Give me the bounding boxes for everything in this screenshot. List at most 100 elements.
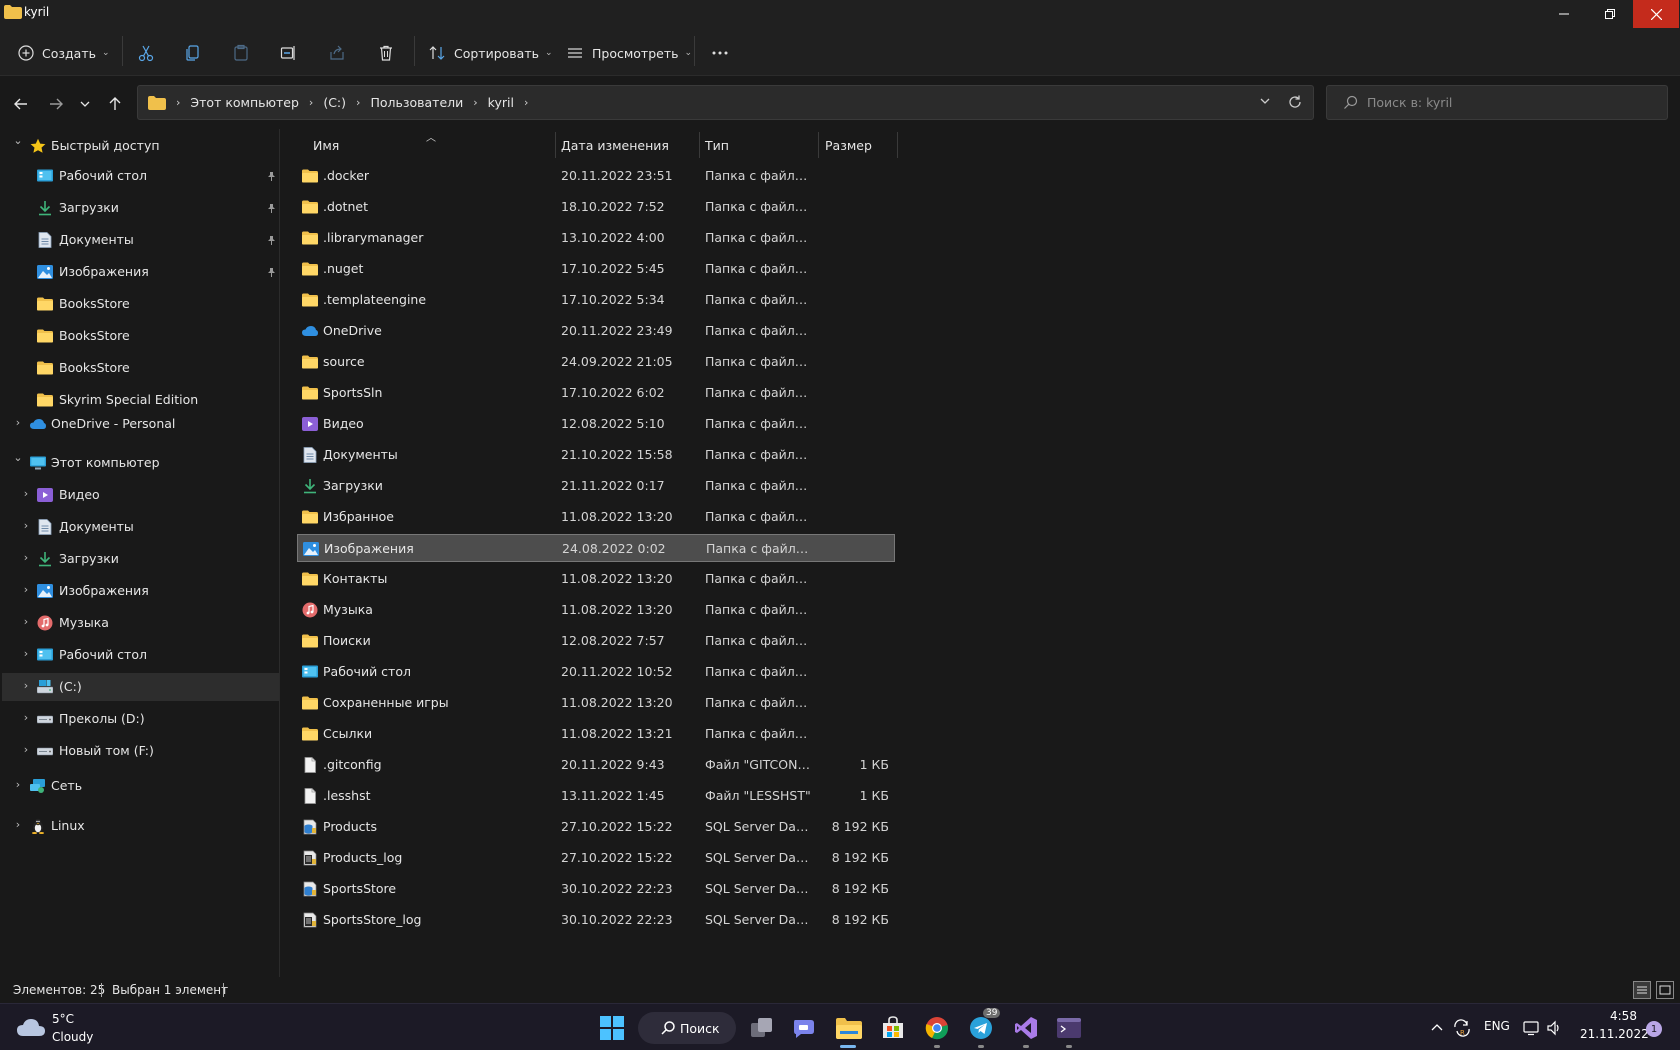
sidebar-pc-item[interactable]: › Загрузки (2, 545, 279, 573)
column-header-date[interactable]: Дата изменения (561, 129, 669, 161)
file-row[interactable]: source 24.09.2022 21:05 Папка с файлами (297, 348, 895, 376)
start-button[interactable] (596, 1012, 628, 1044)
sidebar-pc-item[interactable]: › Новый том (F:) (2, 737, 279, 765)
file-row[interactable]: SportsStore_log 30.10.2022 22:23 SQL Serve… (297, 906, 895, 934)
chevron-right-icon[interactable]: › (20, 519, 32, 532)
file-row[interactable]: Поиски 12.08.2022 7:57 Папка с файлами (297, 627, 895, 655)
microsoft-store-button[interactable] (877, 1012, 909, 1044)
sidebar-pc-item[interactable]: › (C:) (2, 673, 279, 701)
chevron-right-icon[interactable]: › (20, 647, 32, 660)
search-box[interactable] (1326, 85, 1668, 120)
column-divider[interactable] (699, 132, 700, 158)
chevron-down-icon[interactable]: ⌄ (12, 451, 24, 464)
file-row[interactable]: Музыка 11.08.2022 13:20 Папка с файлами (297, 596, 895, 624)
sidebar-pc-item[interactable]: › Видео (2, 481, 279, 509)
terminal-button[interactable] (1053, 1012, 1085, 1044)
column-divider[interactable] (897, 132, 898, 158)
cut-button[interactable] (137, 38, 155, 68)
up-button[interactable] (102, 91, 128, 117)
notification-badge[interactable]: 1 (1646, 1021, 1662, 1037)
forward-button[interactable] (43, 91, 69, 117)
restore-button[interactable] (1587, 0, 1633, 28)
sidebar-quick-item[interactable]: Рабочий стол (2, 162, 279, 190)
chevron-right-icon[interactable]: › (12, 818, 24, 831)
minimize-button[interactable] (1541, 0, 1587, 28)
sidebar-linux[interactable]: › Linux (2, 812, 279, 840)
sort-button[interactable]: Сортировать ⌄ (428, 38, 553, 68)
clock-date[interactable]: 21.11.2022 (1580, 1027, 1649, 1041)
close-button[interactable] (1633, 0, 1679, 28)
file-row[interactable]: Products_log 27.10.2022 15:22 SQL Server D… (297, 844, 895, 872)
file-row[interactable]: .templateengine 17.10.2022 5:34 Папка с фа… (297, 286, 895, 314)
file-row[interactable]: OneDrive 20.11.2022 23:49 Папка с файлами (297, 317, 895, 345)
sidebar-this-pc[interactable]: ⌄ Этот компьютер (2, 449, 279, 477)
visual-studio-button[interactable] (1010, 1012, 1042, 1044)
address-dropdown-button[interactable] (1259, 95, 1271, 110)
file-row[interactable]: .librarymanager 13.10.2022 4:00 Папка с фа… (297, 224, 895, 252)
file-explorer-taskbar-button[interactable] (833, 1012, 865, 1044)
file-row[interactable]: Ссылки 11.08.2022 13:21 Папка с файлами (297, 720, 895, 748)
chevron-right-icon[interactable]: › (20, 487, 32, 500)
paste-button[interactable] (232, 38, 250, 68)
file-row[interactable]: Загрузки 21.11.2022 0:17 Папка с файлами (297, 472, 895, 500)
sidebar-onedrive[interactable]: › OneDrive - Personal (2, 410, 279, 438)
file-row[interactable]: Products 27.10.2022 15:22 SQL Server Datab… (297, 813, 895, 841)
file-row[interactable]: .docker 20.11.2022 23:51 Папка с файлами (297, 162, 895, 190)
file-row[interactable]: Документы 21.10.2022 15:58 Папка с файлами (297, 441, 895, 469)
sidebar-quick-access[interactable]: ⌄ Быстрый доступ (2, 132, 279, 160)
chevron-right-icon[interactable]: › (12, 778, 24, 791)
chevron-right-icon[interactable]: › (20, 615, 32, 628)
column-header-name[interactable]: Имя (313, 129, 339, 161)
file-row[interactable]: Сохраненные игры 11.08.2022 13:20 Папка с … (297, 689, 895, 717)
input-language[interactable]: ENG (1484, 1019, 1510, 1033)
chevron-right-icon[interactable]: › (20, 711, 32, 724)
chrome-button[interactable] (921, 1012, 953, 1044)
delete-button[interactable] (377, 38, 395, 68)
tiles-view-button[interactable] (1656, 981, 1674, 999)
copy-button[interactable] (184, 38, 202, 68)
address-bar[interactable]: › Этот компьютер › (C:) › Пользователи ›… (137, 85, 1314, 120)
sidebar-pc-item[interactable]: › Документы (2, 513, 279, 541)
file-row[interactable]: Контакты 11.08.2022 13:20 Папка с файлами (297, 565, 895, 593)
sync-tray-button[interactable]: R (1446, 1012, 1478, 1044)
sidebar-quick-item[interactable]: BooksStore (2, 290, 279, 318)
file-row[interactable]: .dotnet 18.10.2022 7:52 Папка с файлами (297, 193, 895, 221)
breadcrumb-this-pc[interactable]: Этот компьютер (190, 95, 299, 110)
column-divider[interactable] (818, 132, 819, 158)
task-view-button[interactable] (746, 1012, 778, 1044)
chevron-right-icon[interactable]: › (20, 551, 32, 564)
sidebar-pc-item[interactable]: › Музыка (2, 609, 279, 637)
sidebar-quick-item[interactable]: Загрузки (2, 194, 279, 222)
breadcrumb-users[interactable]: Пользователи (370, 95, 463, 110)
sidebar-quick-item[interactable]: BooksStore (2, 354, 279, 382)
telegram-button[interactable]: 39 (965, 1008, 1001, 1044)
file-row[interactable]: .lesshst 13.11.2022 1:45 Файл "LESSHST" 1 К… (297, 782, 895, 810)
file-row[interactable]: Видео 12.08.2022 5:10 Папка с файлами (297, 410, 895, 438)
sidebar-quick-item[interactable]: Документы (2, 226, 279, 254)
sidebar-pc-item[interactable]: › Рабочий стол (2, 641, 279, 669)
sidebar-pc-item[interactable]: › Преколы (D:) (2, 705, 279, 733)
file-row[interactable]: .nuget 17.10.2022 5:45 Папка с файлами (297, 255, 895, 283)
sidebar-pc-item[interactable]: › Изображения (2, 577, 279, 605)
file-row[interactable]: Избранное 11.08.2022 13:20 Папка с файлами (297, 503, 895, 531)
share-button[interactable] (328, 38, 346, 68)
column-header-size[interactable]: Размер (825, 129, 872, 161)
volume-tray-button[interactable] (1538, 1012, 1570, 1044)
back-button[interactable] (8, 91, 34, 117)
taskbar-search-button[interactable]: Поиск (638, 1012, 736, 1044)
search-input[interactable] (1367, 86, 1657, 119)
breadcrumb-kyril[interactable]: kyril (488, 95, 514, 110)
breadcrumb-drive-c[interactable]: (C:) (323, 95, 346, 110)
sidebar-quick-item[interactable]: BooksStore (2, 322, 279, 350)
file-row[interactable]: SportsSln 17.10.2022 6:02 Папка с файлами (297, 379, 895, 407)
chevron-right-icon[interactable]: › (20, 583, 32, 596)
file-row[interactable]: Изображения 24.08.2022 0:02 Папка с файлам… (297, 534, 895, 562)
chevron-right-icon[interactable]: › (20, 743, 32, 756)
chevron-right-icon[interactable]: › (12, 416, 24, 429)
details-view-button[interactable] (1633, 981, 1651, 999)
clock-time[interactable]: 4:58 (1610, 1009, 1637, 1023)
column-header-type[interactable]: Тип (705, 129, 729, 161)
file-row[interactable]: Рабочий стол 20.11.2022 10:52 Папка с файл… (297, 658, 895, 686)
chevron-down-icon[interactable]: ⌄ (12, 134, 24, 147)
refresh-button[interactable] (1287, 94, 1303, 113)
